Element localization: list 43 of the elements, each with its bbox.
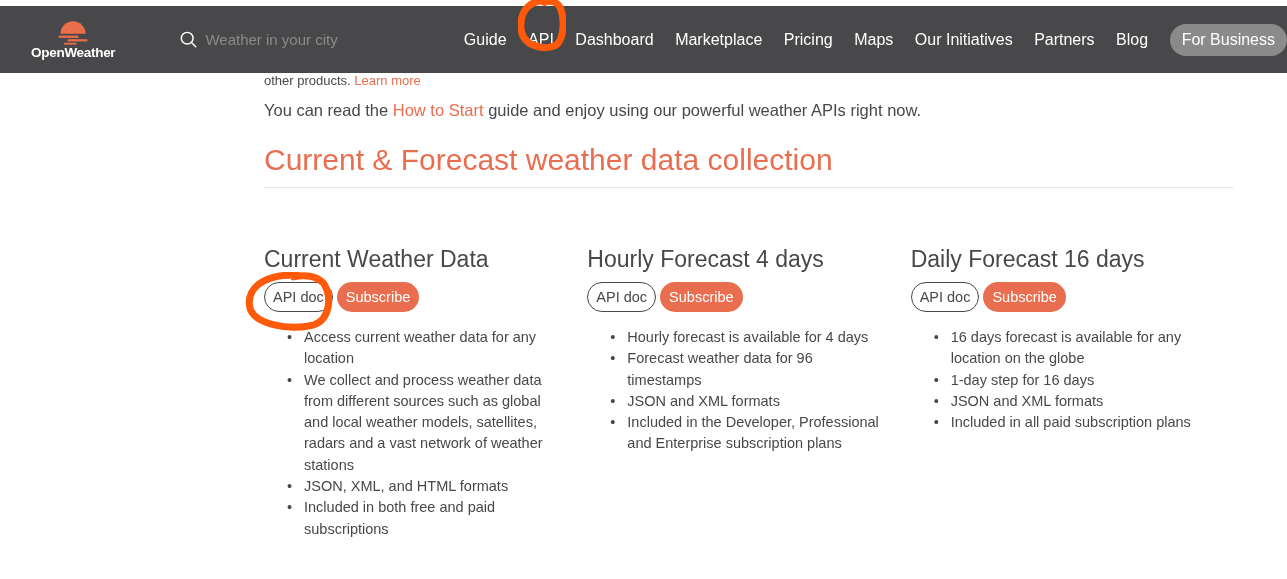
bullet: • (287, 477, 294, 497)
nav-link[interactable]: Dashboard (575, 30, 654, 48)
product-title: Hourly Forecast 4 days (587, 246, 825, 273)
feature-item: We collect and process weather data from different sources such as global and local weather models, satellites, radars and a vast network of weather stations (304, 370, 544, 475)
nav-link[interactable]: Blog (1116, 30, 1149, 48)
bullet: • (287, 328, 294, 347)
nav-link[interactable]: Maps (854, 30, 894, 48)
api-doc-button[interactable]: API doc (587, 282, 657, 312)
nav-link[interactable]: Pricing (783, 30, 833, 48)
intro-paragraph: other products. Learn more (264, 73, 422, 89)
nav-link[interactable]: Partners (1034, 30, 1095, 48)
intro-paragraph: You can read the How to Start guide and enjoy using our powerful weather APIs right now. (264, 101, 923, 120)
feature-item: Included in the Developer, Professional and Enterprise subscription plans (627, 413, 880, 454)
feature-item: Included in all paid subscription plans (950, 413, 1192, 433)
bullet: • (610, 413, 617, 433)
feature-item: Included in both free and paid subscriptions (304, 498, 497, 539)
bullet: • (933, 391, 940, 411)
bullet: • (610, 328, 617, 347)
nav-link[interactable]: Guide (463, 30, 507, 48)
bullet: • (933, 413, 940, 433)
feature-item: 16 days forecast is available for any location on the globe (950, 328, 1183, 369)
feature-item: Forecast weather data for 96 timestamps (627, 349, 814, 390)
logo[interactable]: OpenWeather (28, 19, 119, 60)
feature-item: JSON and XML formats (950, 391, 1105, 411)
search-icon (180, 30, 199, 49)
bullet: • (933, 328, 940, 347)
bullet: • (610, 349, 617, 369)
product-title: Daily Forecast 16 days (910, 246, 1146, 273)
search-field[interactable]: Weather in your city (180, 30, 421, 49)
feature-item: 1-day step for 16 days (950, 370, 1096, 390)
feature-item: JSON, XML, and HTML formats (304, 477, 510, 497)
section-title: Current & Forecast weather data collection (264, 143, 1234, 188)
api-doc-button[interactable]: API doc (910, 282, 980, 312)
bullet: • (933, 370, 940, 390)
bullet: • (287, 370, 294, 390)
product-title: Current Weather Data (264, 246, 490, 273)
feature-item: JSON and XML formats (627, 391, 781, 411)
feature-item: Hourly forecast is available for 4 days (627, 328, 870, 347)
nav-link[interactable]: Our Initiatives (914, 30, 1013, 48)
bullet: • (287, 498, 294, 518)
bullet: • (610, 391, 617, 411)
nav-link[interactable]: Marketplace (675, 30, 763, 48)
feature-item: Access current weather data for any location (304, 328, 538, 369)
